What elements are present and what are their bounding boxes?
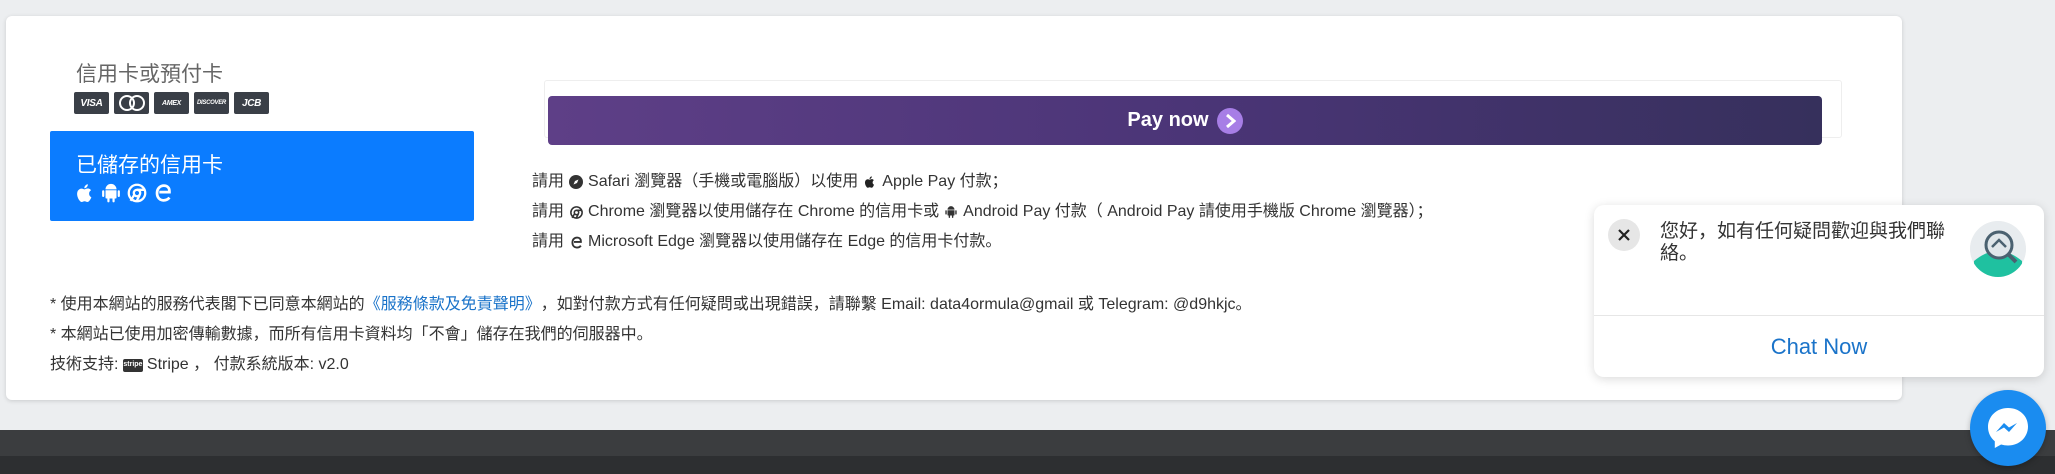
jcb-icon: JCB bbox=[234, 92, 269, 114]
saved-card-title: 已儲存的信用卡 bbox=[76, 154, 223, 177]
amex-icon: AMEX bbox=[154, 92, 189, 114]
apple-icon bbox=[77, 184, 92, 202]
edge-icon bbox=[155, 184, 171, 202]
pay-now-button[interactable]: Pay now bbox=[548, 96, 1822, 145]
android-icon bbox=[102, 183, 120, 203]
terms-link[interactable]: 《服務條款及免責聲明》 bbox=[365, 295, 541, 315]
saved-card-button[interactable]: 已儲存的信用卡 bbox=[50, 131, 474, 221]
site-footer-bar bbox=[0, 430, 2055, 456]
chrome-icon bbox=[127, 183, 147, 203]
chat-message: 您好，如有任何疑問歡迎與我們聯絡。 bbox=[1660, 221, 1946, 264]
card-brands: VISA AMEX DISCOVER JCB bbox=[74, 92, 269, 114]
note-edge: 請用 Microsoft Edge 瀏覽器以使用儲存在 Edge 的信用卡付款。 bbox=[532, 233, 1002, 250]
note-chrome: 請用 Chrome 瀏覽器以使用儲存在 Chrome 的信用卡或 Android… bbox=[532, 203, 1433, 220]
site-footer-bottom bbox=[0, 456, 2055, 474]
close-icon[interactable] bbox=[1608, 219, 1640, 251]
note-safari: 請用 Safari 瀏覽器（手機或電腦版）以使用 Apple Pay 付款； bbox=[532, 173, 1008, 190]
chat-popup: 您好，如有任何疑問歡迎與我們聯絡。 Chat Now bbox=[1594, 205, 2044, 377]
stripe-icon: stripe bbox=[122, 358, 143, 372]
chevron-right-icon bbox=[1216, 107, 1243, 134]
saved-card-icons bbox=[74, 181, 174, 205]
chrome-icon bbox=[568, 204, 584, 220]
safari-icon bbox=[568, 174, 584, 190]
messenger-icon[interactable] bbox=[1970, 390, 2046, 466]
footer-terms-line: * 使用本網站的服務代表閣下已同意本網站的 《服務條款及免責聲明》 ，如對付款方… bbox=[50, 295, 1252, 315]
visa-icon: VISA bbox=[74, 92, 109, 114]
edge-icon bbox=[568, 234, 584, 250]
android-icon bbox=[943, 204, 959, 220]
chat-avatar bbox=[1970, 221, 2026, 277]
footer-encryption-line: * 本網站已使用加密傳輸數據，而所有信用卡資料均「不會」儲存在我們的伺服器中。 bbox=[50, 326, 653, 343]
discover-icon: DISCOVER bbox=[194, 92, 229, 114]
mastercard-icon bbox=[114, 92, 149, 114]
footer-notes: * 使用本網站的服務代表閣下已同意本網站的 《服務條款及免責聲明》 ，如對付款方… bbox=[50, 290, 1252, 380]
pay-now-label: Pay now bbox=[1127, 109, 1209, 131]
credit-card-title: 信用卡或預付卡 bbox=[76, 63, 223, 86]
chat-now-button[interactable]: Chat Now bbox=[1594, 316, 2044, 377]
browser-notes: 請用 Safari 瀏覽器（手機或電腦版）以使用 Apple Pay 付款； 請… bbox=[532, 167, 1433, 257]
apple-icon bbox=[862, 174, 878, 190]
footer-tech-line: 技術支持: stripe Stripe ， 付款系統版本: v2.0 bbox=[50, 356, 349, 373]
